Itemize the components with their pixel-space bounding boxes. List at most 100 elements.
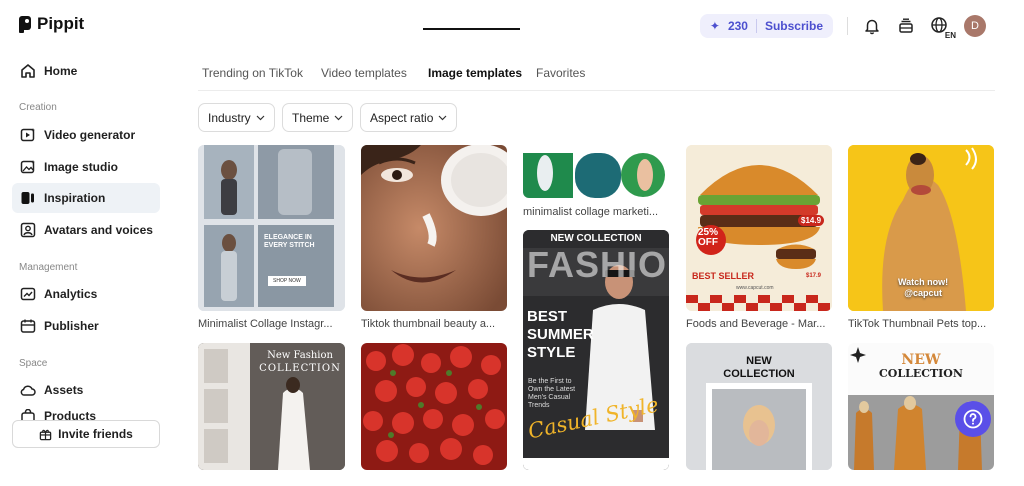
aspect-ratio-filter[interactable]: Aspect ratio (360, 103, 458, 132)
stack-icon[interactable] (896, 16, 916, 36)
tab-video-templates[interactable]: Video templates (321, 66, 407, 80)
chevron-down-icon (334, 115, 343, 120)
template-line: EVERY STITCH (264, 242, 315, 249)
inspiration-icon (20, 190, 36, 206)
title-line: NEW (746, 355, 772, 367)
home-icon (20, 63, 36, 79)
section-management: Management (19, 262, 78, 273)
analytics-icon (20, 286, 36, 302)
template-card-new-fashion[interactable]: New Fashion COLLECTION (198, 343, 345, 470)
template-text-elegance: ELEGANCE IN EVERY STITCH (264, 234, 315, 250)
credit-count: 230 (727, 19, 748, 33)
template-thumbnail (361, 145, 507, 311)
burger-price-1: $14.9 (798, 215, 825, 226)
template-card-flowers[interactable] (361, 343, 507, 470)
invite-friends-button[interactable]: Invite friends (12, 420, 160, 448)
template-card-minimalist-collage[interactable]: ELEGANCE IN EVERY STITCH SHOP NOW (198, 145, 345, 311)
sparkle-icon: ✦ (709, 19, 720, 33)
sidebar-item-publisher[interactable]: Publisher (12, 311, 160, 341)
new-fashion-title: New Fashion COLLECTION (258, 349, 342, 375)
video-generator-icon (20, 127, 36, 143)
app-name: Pippit (37, 14, 85, 33)
tab-favorites[interactable]: Favorites (536, 66, 585, 80)
products-icon (20, 409, 36, 420)
template-caption: Foods and Beverage - Mar... (686, 318, 826, 330)
pets-line: @capcut (904, 288, 942, 298)
template-shop-now: SHOP NOW (268, 276, 306, 286)
sidebar-item-video-generator[interactable]: Video generator (12, 120, 160, 150)
sidebar-item-label: Products (44, 409, 97, 420)
template-card-pets[interactable]: Watch now! @capcut (848, 145, 994, 311)
badge-line: OFF (698, 237, 718, 248)
template-caption: minimalist collage marketi... (523, 206, 659, 218)
burger-url: www.capcut.com (736, 285, 774, 291)
fashion-kicker: NEW COLLECTION (550, 233, 642, 244)
sidebar-item-label: Home (44, 64, 78, 78)
pets-watch-now: Watch now! @capcut (898, 277, 948, 299)
chevron-down-icon (438, 115, 447, 120)
title-line: COLLECTION (879, 367, 963, 380)
tab-trending-on-tiktok[interactable]: Trending on TikTok (202, 66, 303, 80)
template-line: ELEGANCE IN (264, 234, 312, 241)
language-globe-icon[interactable]: EN (930, 16, 957, 40)
fashion-line: SUMMER (527, 326, 594, 343)
sidebar-item-label: Avatars and voices (44, 223, 153, 237)
title-line: COLLECTION (723, 368, 795, 380)
template-thumbnail (523, 145, 669, 198)
sidebar: Pippit Home Creation Video generator Ima… (0, 0, 172, 486)
sidebar-item-label: Inspiration (44, 191, 106, 205)
logo[interactable]: Pippit (18, 14, 84, 34)
filter-label: Theme (292, 110, 330, 125)
template-card-minimalist-marketing[interactable] (523, 145, 669, 198)
collection-title: NEW COLLECTION (686, 355, 832, 381)
template-card-tiktok-beauty[interactable] (361, 145, 507, 311)
sidebar-item-label: Analytics (44, 287, 98, 301)
template-card-foods-beverage[interactable]: 25% OFF $14.9 BEST SELLER $17.9 www.capc… (686, 145, 832, 311)
question-mark-icon (963, 409, 983, 429)
sidebar-item-label: Publisher (44, 319, 99, 333)
credits-subscribe-pill[interactable]: ✦ 230 Subscribe (699, 14, 833, 38)
theme-filter[interactable]: Theme (282, 103, 354, 132)
user-avatar[interactable]: D (964, 15, 986, 37)
sidebar-item-inspiration[interactable]: Inspiration (12, 183, 160, 213)
bell-icon[interactable] (862, 16, 882, 36)
title-line: COLLECTION (259, 363, 341, 374)
pets-line: Watch now! (898, 277, 949, 287)
sidebar-item-image-studio[interactable]: Image studio (12, 152, 160, 182)
sidebar-item-assets[interactable]: Assets (12, 375, 160, 405)
template-caption: TikTok Thumbnail Pets top... (848, 318, 987, 330)
header-actions: ✦ 230 Subscribe EN D (699, 14, 986, 40)
header-divider (847, 17, 848, 35)
chevron-down-icon (256, 115, 265, 120)
template-card-new-collection-1[interactable]: NEW COLLECTION (686, 343, 832, 470)
sidebar-item-analytics[interactable]: Analytics (12, 279, 160, 309)
title-line: NEW (901, 352, 941, 368)
burger-best-seller: BEST SELLER (692, 271, 755, 281)
active-tab-indicator (423, 28, 520, 30)
section-creation: Creation (19, 102, 57, 113)
tab-image-templates[interactable]: Image templates (428, 66, 522, 80)
sidebar-item-home[interactable]: Home (12, 56, 160, 86)
sidebar-item-label: Video generator (44, 128, 136, 142)
section-space: Space (19, 358, 48, 369)
template-caption: Tiktok thumbnail beauty a... (361, 318, 496, 330)
burger-discount-badge: 25% OFF (698, 228, 718, 248)
sidebar-item-avatars-and-voices[interactable]: Avatars and voices (12, 215, 160, 245)
template-caption: Minimalist Collage Instagr... (198, 318, 333, 330)
cloud-icon (20, 382, 36, 398)
industry-filter[interactable]: Industry (198, 103, 275, 132)
template-tabs: Trending on TikTok Video templates Image… (198, 60, 995, 91)
filter-label: Industry (208, 110, 251, 125)
sidebar-item-label: Image studio (44, 160, 119, 174)
template-card-fashion-casual[interactable]: NEW COLLECTION FASHION BEST SUMMER STYLE… (523, 230, 669, 470)
help-button[interactable] (955, 401, 991, 437)
subscribe-button[interactable]: Subscribe (765, 19, 823, 33)
pippit-logo-icon (19, 15, 31, 33)
fashion-best-summer-style: BEST SUMMER STYLE (527, 308, 594, 362)
sidebar-item-products[interactable]: Products (12, 406, 160, 420)
template-thumbnail (198, 145, 345, 311)
filter-label: Aspect ratio (370, 110, 434, 125)
avatar-voice-icon (20, 222, 36, 238)
calendar-icon (20, 318, 36, 334)
gift-icon (39, 429, 52, 440)
